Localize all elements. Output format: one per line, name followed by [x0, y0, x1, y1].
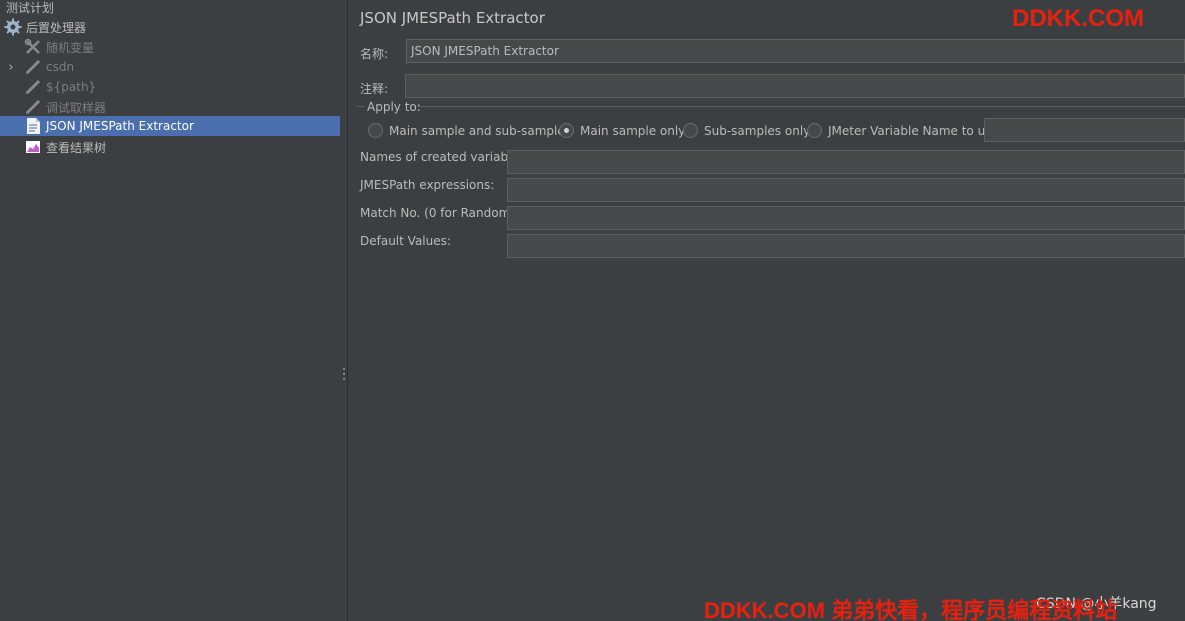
comment-field[interactable]: [405, 74, 1185, 98]
extractor-form: JSON JMESPath Extractor 名称: JSON JMESPat…: [349, 0, 1185, 621]
jmespath-expressions-label: JMESPath expressions:: [360, 178, 495, 192]
tree-item-csdn[interactable]: › csdn: [0, 57, 340, 77]
name-field[interactable]: JSON JMESPath Extractor: [406, 39, 1185, 63]
tree-item-debug-sampler[interactable]: 调试取样器: [0, 97, 340, 117]
page-title: JSON JMESPath Extractor: [360, 9, 545, 27]
chevron-right-icon[interactable]: ›: [5, 57, 17, 77]
tree-item-label: ${path}: [46, 80, 97, 94]
apply-to-label: Apply to:: [367, 100, 421, 114]
match-no-input[interactable]: [507, 206, 1185, 230]
name-label: 名称:: [360, 47, 389, 61]
names-of-variables-label: Names of created variables:: [360, 150, 530, 164]
radio-circle: [368, 123, 383, 138]
tree-item-label: 随机变量: [46, 40, 95, 55]
panel-splitter[interactable]: [340, 0, 348, 621]
watermark-bottom: DDKK.COM 弟弟快看，程序员编程资料站: [704, 598, 1118, 621]
tree-item-label: 后置处理器: [26, 20, 87, 35]
tree-item-path[interactable]: ${path}: [0, 77, 340, 97]
tree-item-test-plan[interactable]: 测试计划: [0, 0, 340, 17]
tree-item-label: 查看结果树: [46, 140, 107, 155]
radio-main-sample-only[interactable]: Main sample only: [559, 123, 685, 138]
tree-item-post-processor[interactable]: 后置处理器: [0, 17, 340, 37]
wrench-icon: [24, 38, 42, 56]
tree-item-label: JSON JMESPath Extractor: [46, 119, 194, 133]
names-of-variables-input[interactable]: [507, 150, 1185, 174]
group-border: [357, 106, 365, 107]
radio-circle: [559, 123, 574, 138]
jmespath-expressions-input[interactable]: [507, 178, 1185, 202]
radio-jmeter-variable-name[interactable]: JMeter Variable Name to use: [807, 123, 999, 138]
radio-main-and-sub-samples[interactable]: Main sample and sub-samples: [368, 123, 571, 138]
document-icon: [24, 117, 42, 135]
tree-item-label: 调试取样器: [46, 100, 107, 115]
tree-item-random-variable[interactable]: 随机变量: [0, 37, 340, 57]
splitter-grip-icon: [343, 368, 345, 382]
tree-item-label: csdn: [46, 60, 75, 74]
radio-label: Main sample only: [580, 123, 686, 138]
pencil-icon: [24, 98, 42, 116]
radio-label: Main sample and sub-samples: [389, 123, 571, 138]
tree-item-json-jmespath-extractor[interactable]: JSON JMESPath Extractor: [0, 116, 340, 136]
radio-circle: [683, 123, 698, 138]
comment-label: 注释:: [360, 82, 389, 96]
default-values-input[interactable]: [507, 234, 1185, 258]
group-border: [417, 106, 1185, 107]
default-values-label: Default Values:: [360, 234, 451, 248]
radio-circle: [807, 123, 822, 138]
radio-label: Sub-samples only: [704, 123, 811, 138]
pencil-icon: [24, 58, 42, 76]
radio-label: JMeter Variable Name to use: [828, 123, 999, 138]
watermark-top: DDKK.COM: [1012, 5, 1144, 32]
chart-icon: [24, 138, 42, 156]
jmeter-variable-name-input[interactable]: [984, 118, 1185, 142]
tree-item-view-results-tree[interactable]: 查看结果树: [0, 137, 340, 157]
tree-item-label: 测试计划: [6, 0, 55, 15]
radio-sub-samples-only[interactable]: Sub-samples only: [683, 123, 810, 138]
pencil-icon: [24, 78, 42, 96]
gear-icon: [4, 18, 22, 36]
test-plan-tree: 测试计划 后置处理器 随机变量 › csdn ${path} 调试取样器 JSO…: [0, 0, 340, 621]
match-no-label: Match No. (0 for Random):: [360, 206, 520, 220]
